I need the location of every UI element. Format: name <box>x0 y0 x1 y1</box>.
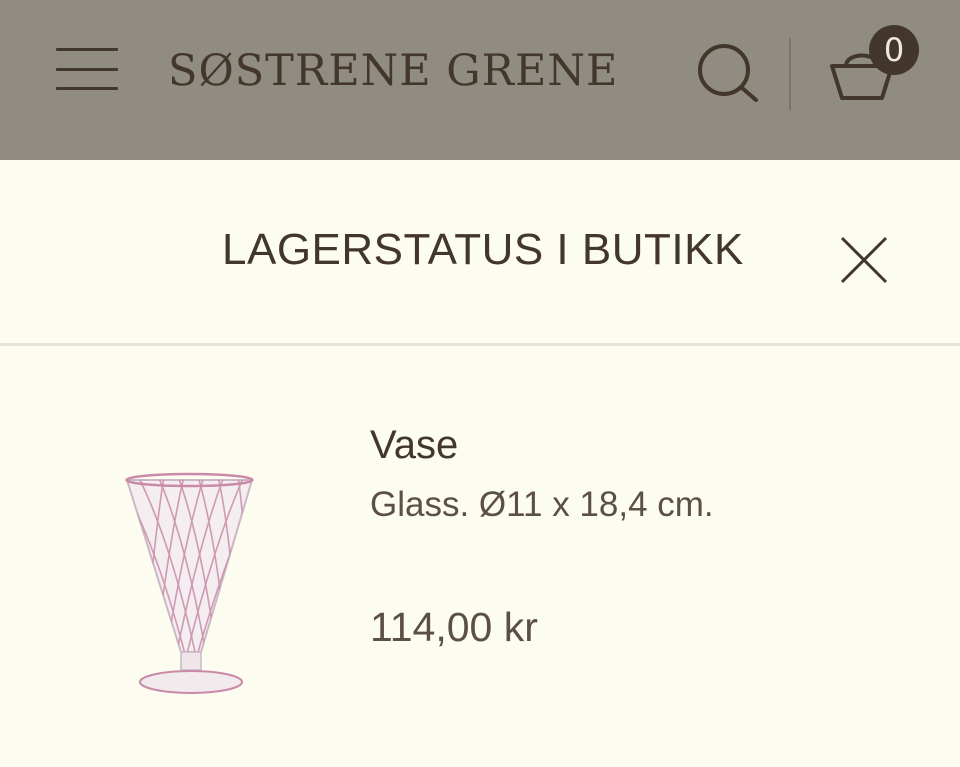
brand-logo[interactable]: SØSTRENE GRENE <box>168 36 638 106</box>
close-button[interactable] <box>834 230 894 290</box>
product-price: 114,00 kr <box>370 604 538 650</box>
modal-title: LAGERSTATUS I BUTIKK <box>222 225 744 274</box>
close-icon <box>840 236 888 284</box>
product-image <box>118 466 264 704</box>
menu-line <box>56 48 118 51</box>
menu-button[interactable] <box>56 48 118 90</box>
modal-divider <box>0 343 960 346</box>
cart-count-badge: 0 <box>869 25 919 75</box>
product-description: Glass. Ø11 x 18,4 cm. <box>370 485 714 524</box>
site-header: SØSTRENE GRENE 0 <box>0 0 960 160</box>
menu-line <box>56 67 118 71</box>
search-icon <box>698 44 758 102</box>
search-button[interactable] <box>694 42 760 102</box>
product-name: Vase <box>370 423 459 467</box>
menu-line <box>56 87 118 90</box>
vase-image <box>125 472 254 694</box>
header-divider <box>789 38 791 110</box>
